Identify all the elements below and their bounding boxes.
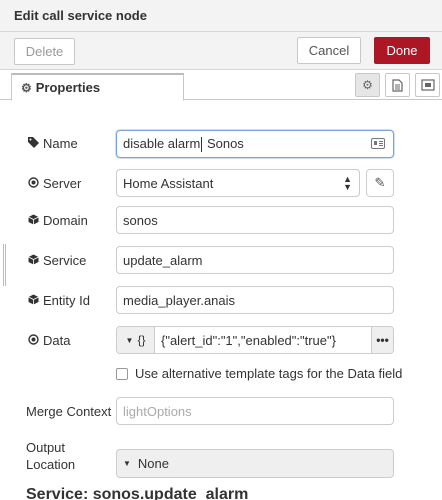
output-location-select[interactable]: ▼ None xyxy=(116,449,394,478)
edit-server-button[interactable]: ✎ xyxy=(366,169,394,197)
resize-handle[interactable] xyxy=(3,244,6,286)
data-expand-button[interactable]: ••• xyxy=(371,327,393,353)
server-label: Server xyxy=(43,176,82,191)
gear-icon: ⚙ xyxy=(362,78,373,92)
dot-circle-icon xyxy=(26,176,40,191)
name-text-after-cursor: Sonos xyxy=(203,135,244,151)
cancel-button[interactable]: Cancel xyxy=(297,37,361,64)
properties-tab-icon-button[interactable]: ⚙ xyxy=(355,73,380,97)
alt-template-row: Use alternative template tags for the Da… xyxy=(116,366,402,381)
service-label-row: Service xyxy=(26,253,86,268)
domain-input-value: sonos xyxy=(123,212,158,228)
name-text-before-cursor: disable alarm xyxy=(123,135,201,151)
service-section-title: Service: sonos.update_alarm xyxy=(26,486,249,500)
alt-template-checkbox[interactable] xyxy=(116,367,128,380)
name-input[interactable]: disable alarm Sonos xyxy=(116,130,394,158)
gear-icon: ⚙ xyxy=(21,80,32,95)
server-select[interactable]: Home Assistant ▲ ▼ xyxy=(116,169,360,197)
data-type-label: {} xyxy=(137,333,146,347)
description-tab-icon-button[interactable] xyxy=(385,73,410,97)
tray-toolbar: Delete Cancel Done xyxy=(0,32,442,70)
tab-bar: ⚙ Properties ⚙ xyxy=(0,70,442,101)
entity-id-input-value: media_player.anais xyxy=(123,292,236,308)
pencil-icon: ✎ xyxy=(374,175,386,190)
tray-title: Edit call service node xyxy=(14,8,147,23)
service-label: Service xyxy=(43,253,87,268)
name-label-row: Name xyxy=(26,136,78,151)
done-button[interactable]: Done xyxy=(374,37,430,64)
id-card-icon[interactable] xyxy=(371,138,385,149)
caret-down-icon: ▼ xyxy=(125,335,134,345)
tray-header: Edit call service node xyxy=(0,0,442,32)
output-location-value: None xyxy=(137,456,169,471)
select-arrows-icon: ▲ ▼ xyxy=(343,174,352,192)
output-location-label-line1: Output xyxy=(26,440,66,455)
service-input-value: update_alarm xyxy=(123,252,203,268)
output-location-label-row: Output Location xyxy=(26,439,75,473)
caret-down-icon: ▼ xyxy=(123,459,131,468)
domain-input[interactable]: sonos xyxy=(116,206,394,234)
document-icon xyxy=(392,78,403,92)
tag-icon xyxy=(26,136,40,151)
name-label: Name xyxy=(43,136,78,151)
entity-id-input[interactable]: media_player.anais xyxy=(116,286,394,314)
server-label-row: Server xyxy=(26,176,81,191)
merge-context-input[interactable] xyxy=(116,397,394,425)
delete-button[interactable]: Delete xyxy=(14,38,75,65)
cube-icon xyxy=(26,294,40,308)
node-appearance-icon xyxy=(420,79,435,91)
cube-icon xyxy=(26,254,40,268)
alt-template-label: Use alternative template tags for the Da… xyxy=(135,366,403,381)
data-type-selector[interactable]: ▼ {} xyxy=(117,327,155,353)
name-input-value: disable alarm Sonos xyxy=(123,135,393,153)
entity-id-label-row: Entity Id xyxy=(26,293,90,308)
dot-circle-icon xyxy=(26,333,40,348)
data-typed-input[interactable]: ▼ {} {"alert_id":"1","enabled":"true"} •… xyxy=(116,326,394,354)
tab-properties-label: Properties xyxy=(35,80,101,95)
merge-context-label-row: Merge Context xyxy=(26,404,111,419)
entity-id-label: Entity Id xyxy=(43,293,90,308)
cube-icon xyxy=(26,214,40,228)
tab-properties[interactable]: ⚙ Properties xyxy=(11,73,184,101)
merge-context-label: Merge Context xyxy=(26,404,112,419)
service-input[interactable]: update_alarm xyxy=(116,246,394,274)
server-select-value: Home Assistant xyxy=(123,175,214,191)
data-label-row: Data xyxy=(26,333,70,348)
output-location-label-line2: Location xyxy=(26,457,76,472)
data-label: Data xyxy=(43,333,71,348)
data-input-value: {"alert_id":"1","enabled":"true"} xyxy=(161,332,336,348)
domain-label-row: Domain xyxy=(26,213,88,228)
appearance-tab-icon-button[interactable] xyxy=(415,73,440,97)
domain-label: Domain xyxy=(43,213,88,228)
